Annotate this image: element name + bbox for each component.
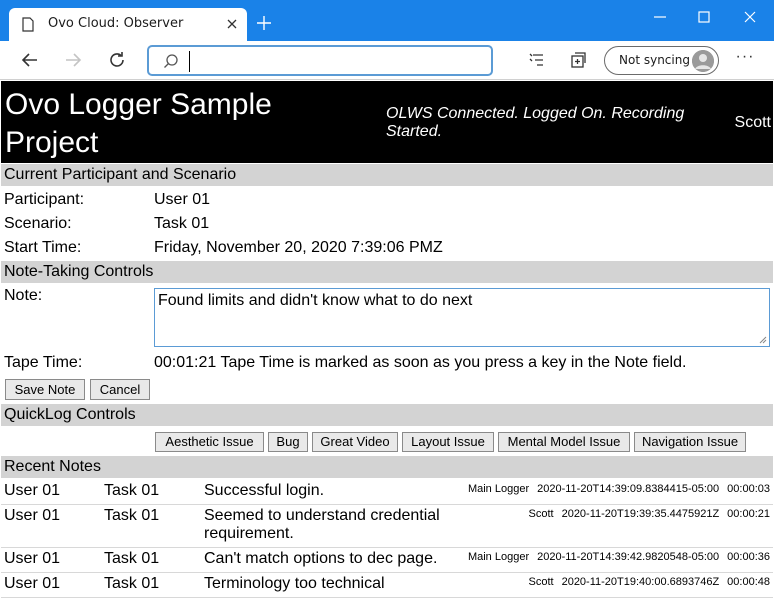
forward-arrow-icon[interactable] bbox=[62, 49, 84, 71]
minimize-icon[interactable] bbox=[652, 9, 668, 25]
note-text: Successful login. bbox=[204, 482, 325, 499]
avatar-icon bbox=[692, 50, 714, 72]
cancel-button[interactable]: Cancel bbox=[90, 379, 150, 400]
note-participant: User 01 bbox=[4, 507, 61, 524]
note-meta: Scott 2020-11-20T19:39:35.4475921Z 00:00:2… bbox=[521, 507, 771, 521]
section-recent-notes: Recent Notes bbox=[1, 456, 773, 478]
table-row: User 01 Task 01 Can't match options to d… bbox=[1, 548, 773, 573]
note-label: Note: bbox=[4, 287, 43, 304]
note-participant: User 01 bbox=[4, 550, 61, 567]
note-logger: Main Logger bbox=[467, 483, 530, 495]
collections-icon[interactable] bbox=[567, 49, 589, 71]
note-task: Task 01 bbox=[104, 575, 160, 592]
refresh-icon[interactable] bbox=[106, 49, 128, 71]
note-participant: User 01 bbox=[4, 575, 61, 592]
quicklog-bug-button[interactable]: Bug bbox=[268, 432, 308, 452]
note-timestamp: 2020-11-20T14:39:42.9820548-05:00 bbox=[537, 551, 720, 563]
save-note-button[interactable]: Save Note bbox=[5, 379, 85, 400]
quicklog-aesthetic-issue-button[interactable]: Aesthetic Issue bbox=[155, 432, 264, 452]
note-timestamp: 2020-11-20T19:40:00.6893746Z bbox=[561, 576, 720, 588]
quicklog-layout-issue-button[interactable]: Layout Issue bbox=[402, 432, 494, 452]
page-header: Ovo Logger Sample Project OLWS Connected… bbox=[1, 81, 773, 163]
browser-titlebar: Ovo Cloud: Observer bbox=[0, 0, 774, 41]
note-task: Task 01 bbox=[104, 550, 160, 567]
note-participant: User 01 bbox=[4, 482, 61, 499]
tape-time-label: Tape Time: bbox=[4, 354, 83, 371]
page-icon bbox=[22, 17, 34, 32]
note-text: Seemed to understand credential requirem… bbox=[204, 507, 440, 542]
logged-in-user: Scott bbox=[734, 114, 771, 131]
maximize-icon[interactable] bbox=[696, 9, 712, 25]
participant-value: User 01 bbox=[154, 191, 211, 208]
browser-tab[interactable]: Ovo Cloud: Observer bbox=[9, 8, 247, 41]
close-window-icon[interactable] bbox=[742, 9, 758, 25]
note-tape-time: 00:00:48 bbox=[727, 576, 770, 588]
new-tab-icon[interactable] bbox=[255, 14, 273, 32]
quicklog-navigation-issue-button[interactable]: Navigation Issue bbox=[634, 432, 746, 452]
tab-title: Ovo Cloud: Observer bbox=[48, 16, 184, 31]
section-note-taking: Note-Taking Controls bbox=[1, 261, 773, 283]
address-bar[interactable] bbox=[147, 45, 493, 76]
scenario-value: Task 01 bbox=[154, 215, 210, 232]
table-row: User 01 Task 01 Successful login. Main L… bbox=[1, 480, 773, 505]
more-options-icon[interactable]: ··· bbox=[734, 49, 756, 70]
address-input[interactable] bbox=[189, 51, 485, 72]
note-meta: Main Logger 2020-11-20T14:39:42.9820548-0… bbox=[460, 550, 770, 564]
note-timestamp: 2020-11-20T19:39:35.4475921Z bbox=[561, 508, 720, 520]
start-time-label: Start Time: bbox=[4, 239, 82, 256]
note-meta: Main Logger 2020-11-20T14:39:09.8384415-0… bbox=[460, 482, 770, 496]
note-text: Can't match options to dec page. bbox=[204, 550, 438, 567]
search-icon bbox=[164, 54, 178, 68]
note-task: Task 01 bbox=[104, 507, 160, 524]
tape-time-value: 00:01:21 Tape Time is marked as soon as … bbox=[154, 354, 687, 371]
reading-list-icon[interactable] bbox=[526, 49, 548, 71]
connection-status: OLWS Connected. Logged On. Recording Sta… bbox=[386, 105, 685, 140]
table-row: User 01 Task 01 Terminology too technica… bbox=[1, 573, 773, 598]
profile-sync-button[interactable]: Not syncing bbox=[604, 46, 719, 75]
participant-label: Participant: bbox=[4, 191, 85, 208]
back-arrow-icon[interactable] bbox=[19, 49, 41, 71]
note-task: Task 01 bbox=[104, 482, 160, 499]
page-content: Ovo Logger Sample Project OLWS Connected… bbox=[1, 81, 773, 615]
note-tape-time: 00:00:36 bbox=[727, 551, 770, 563]
note-meta: Scott 2020-11-20T19:40:00.6893746Z 00:00:4… bbox=[521, 575, 771, 589]
note-logger: Scott bbox=[528, 576, 554, 588]
note-tape-time: 00:00:21 bbox=[727, 508, 770, 520]
note-logger: Scott bbox=[528, 508, 554, 520]
scenario-label: Scenario: bbox=[4, 215, 72, 232]
resize-grip-icon[interactable] bbox=[758, 335, 767, 344]
note-timestamp: 2020-11-20T14:39:09.8384415-05:00 bbox=[537, 483, 720, 495]
quicklog-mental-model-issue-button[interactable]: Mental Model Issue bbox=[498, 432, 630, 452]
browser-toolbar: Not syncing ··· bbox=[0, 41, 774, 80]
note-text: Terminology too technical bbox=[204, 575, 385, 592]
quicklog-great-video-button[interactable]: Great Video bbox=[312, 432, 398, 452]
note-textarea[interactable]: Found limits and didn't know what to do … bbox=[154, 288, 770, 347]
section-quicklog: QuickLog Controls bbox=[1, 404, 773, 426]
note-logger: Main Logger bbox=[467, 551, 530, 563]
project-title: Ovo Logger Sample Project bbox=[5, 88, 272, 159]
close-tab-icon[interactable] bbox=[223, 15, 241, 33]
start-time-value: Friday, November 20, 2020 7:39:06 PMZ bbox=[154, 239, 443, 256]
table-row: User 01 Task 01 Seemed to understand cre… bbox=[1, 505, 773, 548]
note-tape-time: 00:00:03 bbox=[727, 483, 770, 495]
sync-label: Not syncing bbox=[619, 53, 690, 67]
section-current-participant: Current Participant and Scenario bbox=[1, 164, 773, 186]
